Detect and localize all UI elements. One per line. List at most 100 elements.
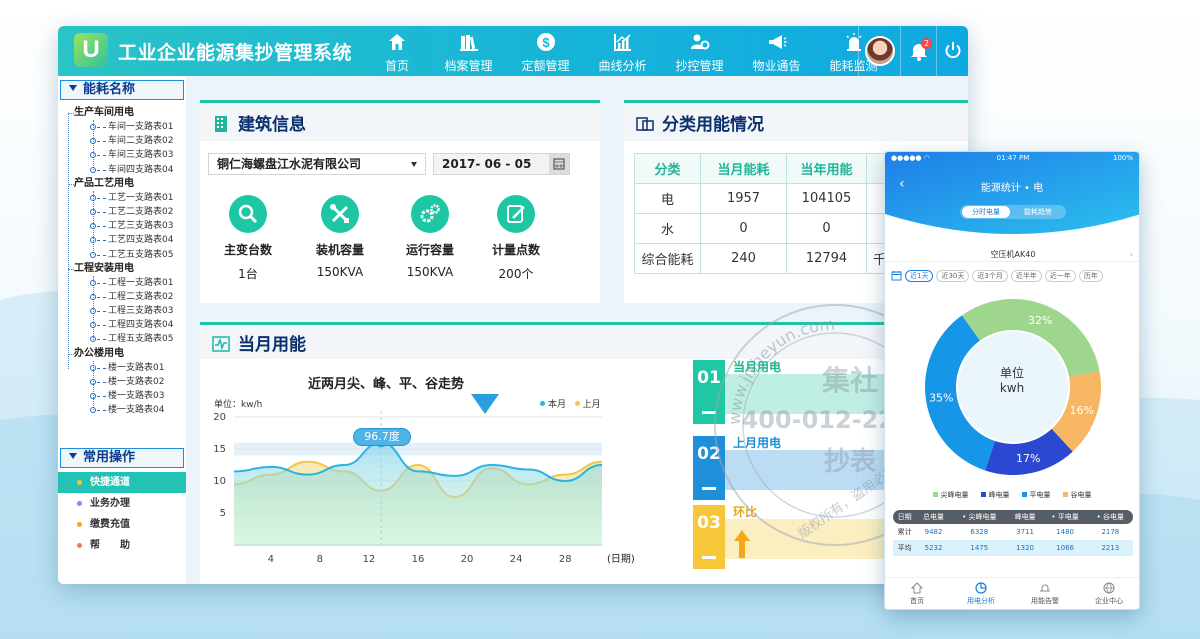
- tree-leaf[interactable]: 车间二支路表02: [58, 134, 186, 148]
- notification-badge: 2: [921, 38, 932, 49]
- tree-node-icon: [90, 237, 96, 244]
- op-item-shortcut[interactable]: 快捷通道: [58, 472, 186, 493]
- panel-title: 分类用能情况: [636, 110, 764, 135]
- tree-leaf[interactable]: 楼一支路表02: [58, 375, 186, 389]
- filter-30-days[interactable]: 近30天: [936, 270, 970, 282]
- card-title: 环比: [733, 505, 758, 519]
- tab-trend[interactable]: 能耗趋势: [1014, 206, 1062, 218]
- tree-leaf[interactable]: 工程二支路表02: [58, 290, 186, 304]
- op-item-recharge[interactable]: 缴费充值: [58, 514, 186, 535]
- date-picker[interactable]: 2017- 06 - 05: [433, 153, 570, 175]
- company-select[interactable]: 铜仁海螺盘江水泥有限公司: [208, 153, 426, 175]
- building-icon: [215, 116, 227, 132]
- tree-leaf[interactable]: 工艺一支路表01: [58, 191, 186, 205]
- dot-icon: [77, 543, 82, 548]
- cell: 综合能耗: [634, 243, 701, 274]
- tree-node-icon: [90, 308, 96, 315]
- tree-leaf[interactable]: 楼一支路表04: [58, 403, 186, 417]
- tree-leaf-label: 工艺四支路表04: [108, 235, 174, 246]
- nav-label: 定额管理: [521, 59, 570, 73]
- main-window: U 工业企业能源集抄管理系统 首页 档案管理 $ 定额管理 曲线分析 抄控管理: [58, 26, 968, 584]
- filter-3-months[interactable]: 近3个月: [972, 270, 1008, 282]
- nav-item-home[interactable]: 首页: [364, 26, 430, 76]
- tree-dash: [97, 240, 106, 242]
- tree-leaf[interactable]: 工艺四支路表04: [58, 233, 186, 247]
- tree-leaf[interactable]: 工程一支路表01: [58, 276, 186, 290]
- notification-button[interactable]: 2: [900, 26, 936, 76]
- table-row: 累计 9482 6328 3711 1480 2178: [893, 524, 1133, 540]
- tree-node-icon: [90, 138, 96, 145]
- ops-header[interactable]: 常用操作: [60, 448, 184, 468]
- trend-chart[interactable]: 5 10 15 20 4 8 12 16 20 24 28: [200, 325, 620, 584]
- tree-group-title[interactable]: 办公楼用电: [58, 347, 186, 361]
- power-button[interactable]: [936, 26, 968, 76]
- tree-leaf-label: 工艺二支路表02: [108, 206, 174, 217]
- edit-icon: [497, 195, 535, 233]
- filter-1-year[interactable]: 近一年: [1044, 270, 1076, 282]
- avatar[interactable]: [865, 36, 895, 66]
- tree-dash: [97, 211, 106, 213]
- tree-dash: [97, 141, 106, 143]
- nav-item-quota[interactable]: $ 定额管理: [507, 26, 584, 76]
- tree-leaf[interactable]: 工艺五支路表05: [58, 248, 186, 262]
- chart-tooltip: 96.7度: [353, 428, 411, 446]
- tree-group-title[interactable]: 工程安装用电: [58, 262, 186, 276]
- status-time: 01:47 PM: [996, 154, 1030, 162]
- tree-leaf-label: 工程四支路表04: [108, 320, 174, 331]
- tree-leaf-label: 楼一支路表02: [108, 376, 165, 387]
- tree-leaf[interactable]: 工程三支路表03: [58, 304, 186, 318]
- power-icon: [945, 42, 961, 59]
- tree-header[interactable]: 能耗名称: [60, 80, 184, 100]
- tab-time-of-use[interactable]: 分时电量: [962, 206, 1010, 218]
- calendar-icon[interactable]: [549, 154, 569, 174]
- stat-meters: 计量点数 200个: [476, 195, 556, 282]
- stat-label: 运行容量: [405, 243, 454, 257]
- tree-leaf[interactable]: 楼一支路表03: [58, 389, 186, 403]
- op-item-business[interactable]: 业务办理: [58, 493, 186, 514]
- nav-item-archives[interactable]: 档案管理: [430, 26, 507, 76]
- tree-leaf[interactable]: 工艺二支路表02: [58, 205, 186, 219]
- nav-item-notice[interactable]: 物业通告: [738, 26, 815, 76]
- nav-item-curve[interactable]: 曲线分析: [584, 26, 661, 76]
- phone-energy-table: 日期 总电量 • 尖峰电量 峰电量 • 平电量 • 谷电量 累计 9482 63…: [893, 510, 1133, 556]
- svg-text:$: $: [542, 35, 550, 50]
- x-tick-label: 4: [268, 554, 274, 565]
- tree-leaf[interactable]: 车间三支路表03: [58, 148, 186, 162]
- phone-nav-home[interactable]: 首页: [885, 578, 949, 609]
- tree-dash: [97, 339, 106, 341]
- app-logo[interactable]: U: [74, 33, 108, 67]
- tree-group-title[interactable]: 生产车间用电: [58, 106, 186, 120]
- filter-1-day[interactable]: 近1天: [905, 270, 934, 282]
- tree-leaf-label: 工艺五支路表05: [108, 249, 174, 260]
- tree-node-icon: [90, 223, 96, 230]
- tree-dash: [97, 282, 106, 284]
- tree-leaf[interactable]: 车间四支路表04: [58, 163, 186, 177]
- filter-all-years[interactable]: 历年: [1078, 270, 1103, 282]
- device-selector[interactable]: 空压机AK40 ›: [885, 248, 1139, 262]
- tree-leaf[interactable]: 工程四支路表04: [58, 318, 186, 332]
- tree-group-title[interactable]: 产品工艺用电: [58, 177, 186, 191]
- phone-nav-company[interactable]: 企业中心: [1077, 578, 1139, 609]
- tree-leaf[interactable]: 车间一支路表01: [58, 120, 186, 134]
- filter-half-year[interactable]: 近半年: [1010, 270, 1042, 282]
- card-number: 01: [693, 360, 725, 424]
- gears-icon: [411, 195, 449, 233]
- home-icon: [389, 34, 405, 50]
- tree-leaf-label: 车间二支路表02: [108, 136, 174, 147]
- user-avatar-cell[interactable]: [858, 26, 900, 76]
- tree-leaf-label: 工程一支路表01: [108, 277, 174, 288]
- building-title: 建筑信息: [238, 115, 306, 135]
- tree-node-icon: [90, 293, 96, 300]
- tree-leaf[interactable]: 工程五支路表05: [58, 332, 186, 346]
- phone-nav-alarm[interactable]: 用能告警: [1013, 578, 1077, 609]
- op-item-help[interactable]: 帮 助: [58, 535, 186, 556]
- tree-leaf[interactable]: 工艺三支路表03: [58, 219, 186, 233]
- table-header-row: 日期 总电量 • 尖峰电量 峰电量 • 平电量 • 谷电量: [893, 510, 1133, 524]
- energy-tree: 生产车间用电 车间一支路表01 车间二支路表02 车间三支路表03 车间四支路表04 产品…: [58, 106, 186, 417]
- phone-nav-analysis[interactable]: 用电分析: [949, 578, 1013, 609]
- col-header: 当月能耗: [700, 153, 787, 184]
- nav-item-control[interactable]: 抄控管理: [661, 26, 738, 76]
- calendar-icon[interactable]: [891, 270, 902, 281]
- tree-leaf[interactable]: 楼一支路表01: [58, 361, 186, 375]
- chart-icon: [613, 34, 631, 51]
